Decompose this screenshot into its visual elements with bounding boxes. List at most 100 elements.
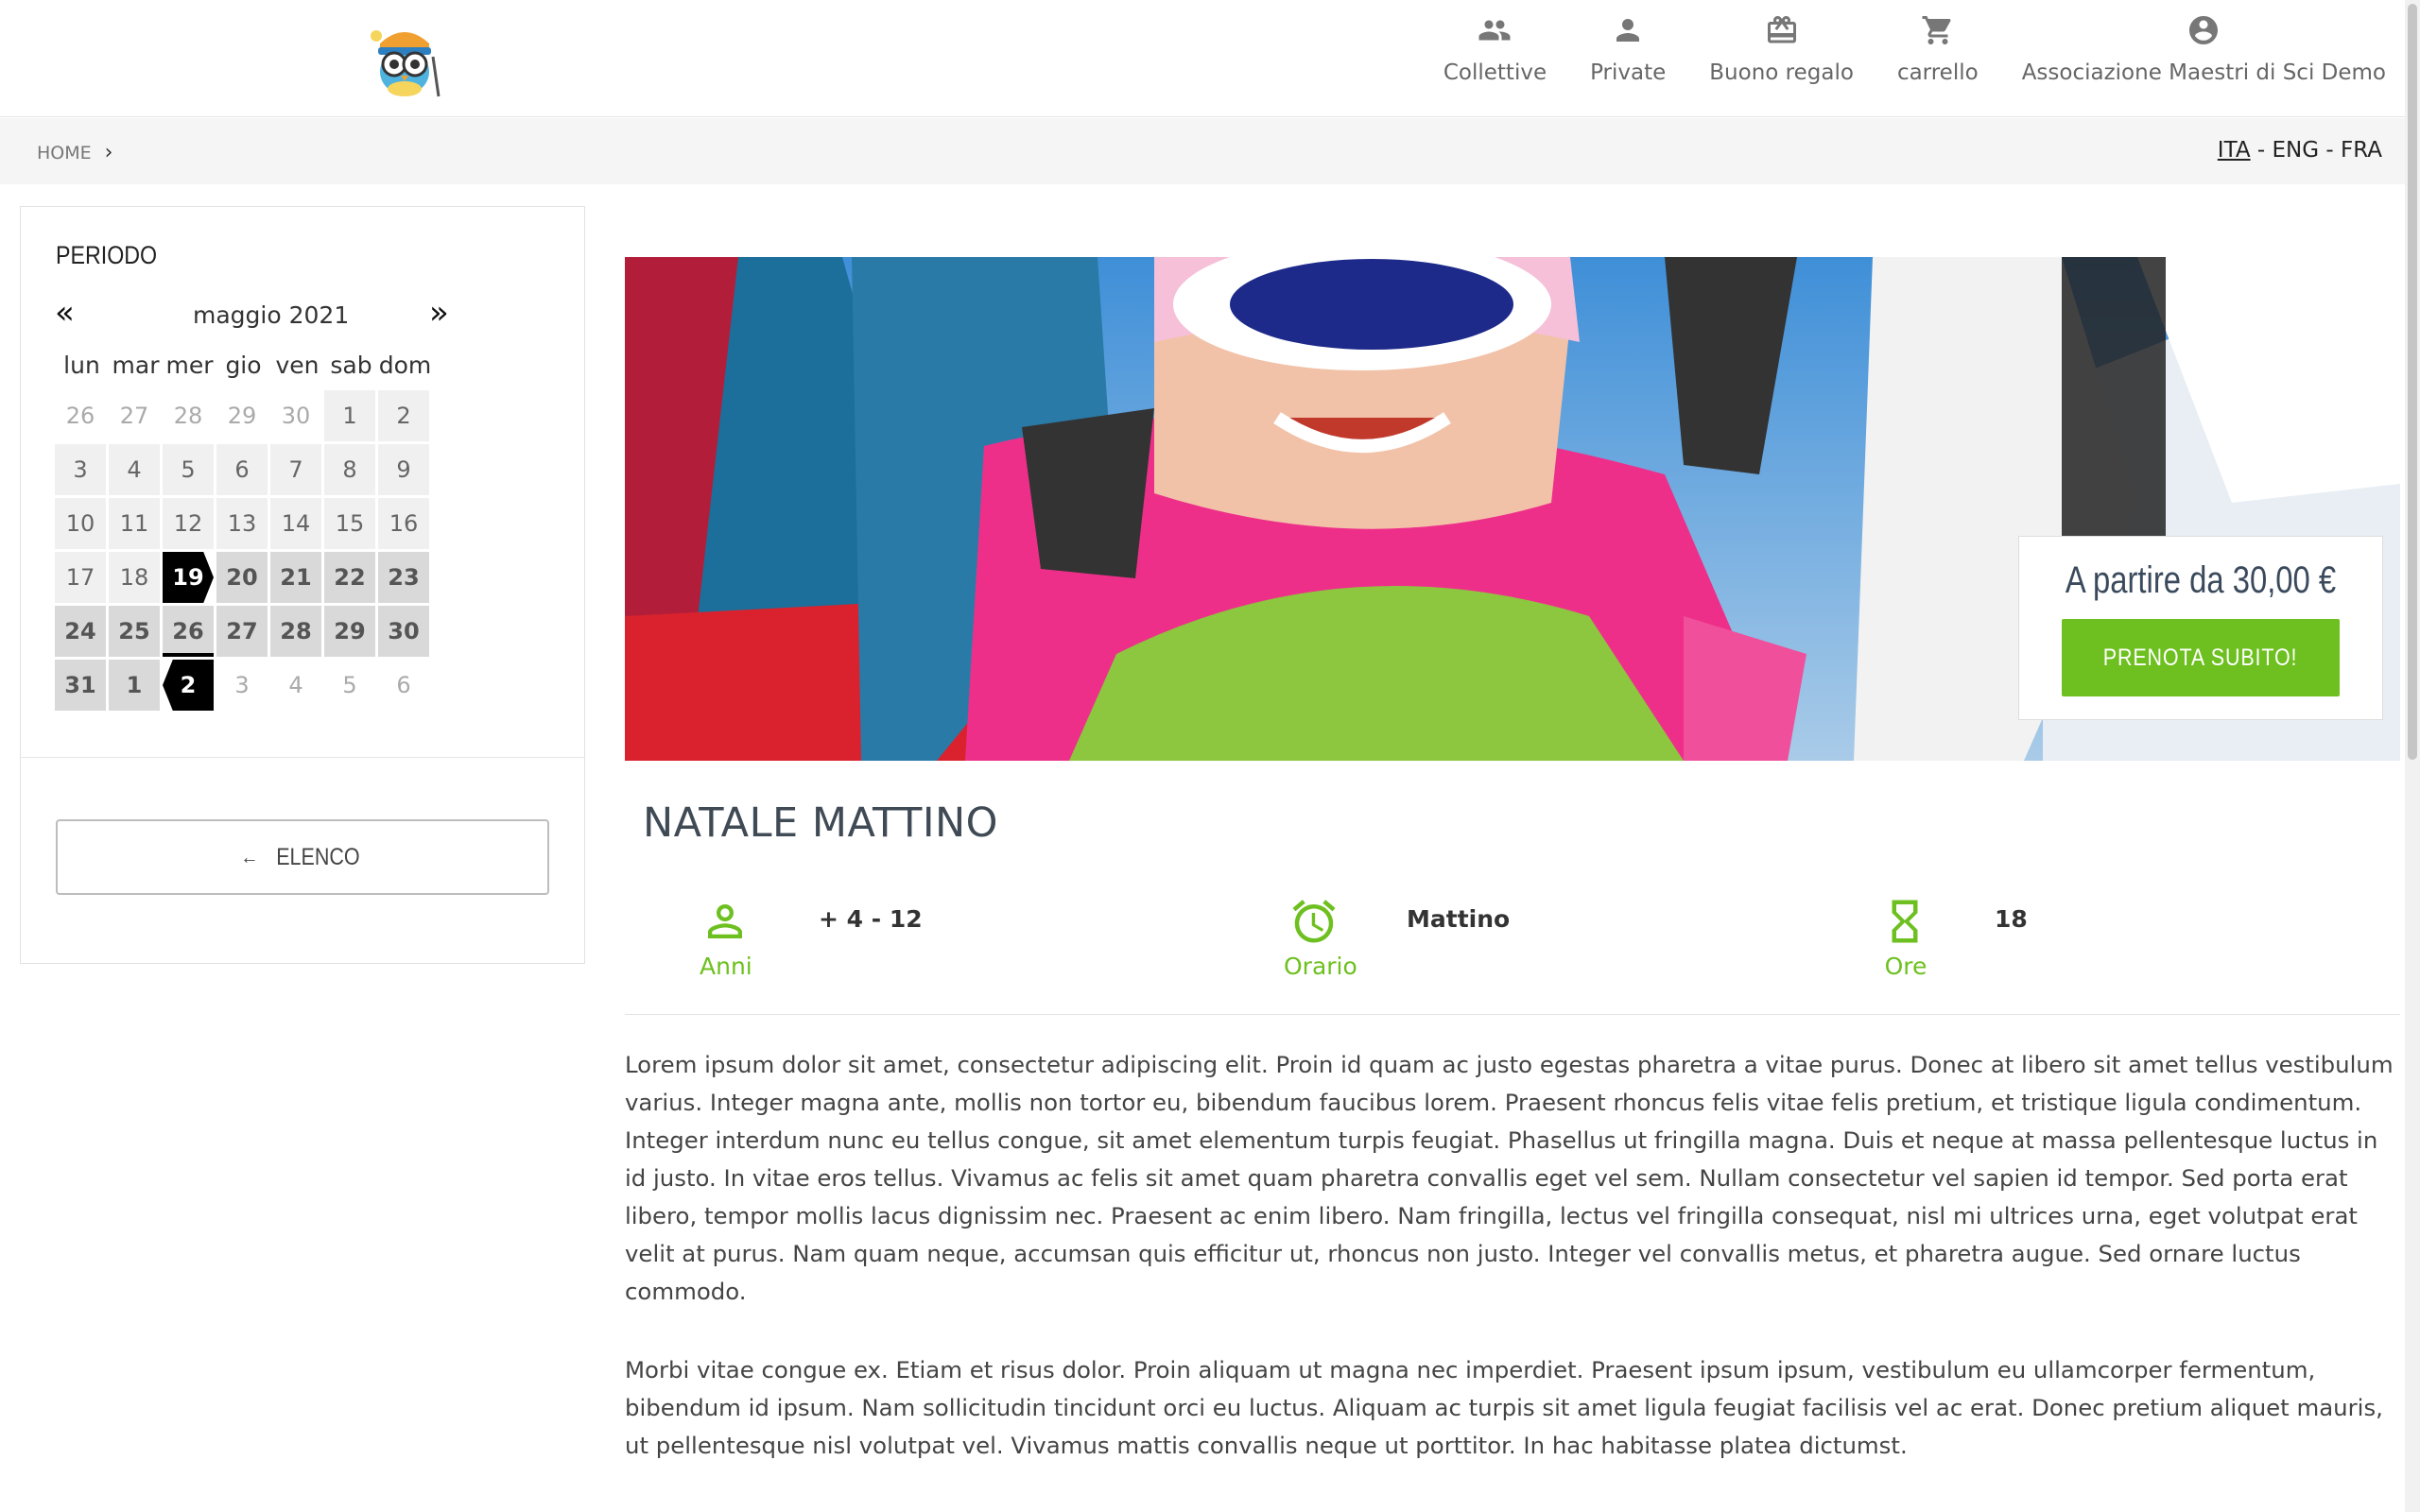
calendar-day: 18 — [109, 552, 160, 603]
section-divider — [625, 1014, 2400, 1015]
info-value-age: + 4 - 12 — [819, 905, 923, 933]
calendar-weekday: mar — [112, 352, 160, 379]
list-button-label: ELENCO — [275, 843, 360, 870]
calendar-day: 11 — [109, 498, 160, 549]
lang-separator: - — [2250, 138, 2273, 163]
nav-label: Collettive — [1443, 60, 1547, 85]
nav-account[interactable]: Associazione Maestri di Sci Demo — [2022, 13, 2386, 85]
logo-mascot-icon[interactable] — [367, 19, 442, 100]
calendar-day: 8 — [324, 444, 375, 495]
account-circle-icon — [2189, 16, 2219, 44]
calendar-day: 5 — [324, 660, 375, 711]
calendar-day[interactable]: 21 — [270, 552, 321, 603]
calendar-day[interactable]: 28 — [270, 606, 321, 657]
calendar-day: 9 — [378, 444, 429, 495]
calendar-next-button[interactable]: » — [429, 294, 449, 332]
course-title: NATALE MATTINO — [643, 799, 999, 847]
calendar-day[interactable]: 27 — [216, 606, 268, 657]
calendar-day: 14 — [270, 498, 321, 549]
nav-label: Buono regalo — [1709, 60, 1854, 85]
calendar-day: 2 — [378, 390, 429, 441]
calendar-day[interactable]: 22 — [324, 552, 375, 603]
calendar-day: 12 — [163, 498, 214, 549]
calendar-day: 29 — [216, 390, 268, 441]
calendar-day: 27 — [109, 390, 160, 441]
calendar-day: 13 — [216, 498, 268, 549]
lang-eng[interactable]: ENG — [2273, 138, 2320, 163]
site-header: Collettive Private Buono regalo carrello… — [0, 0, 2405, 117]
calendar-day: 4 — [109, 444, 160, 495]
calendar-day[interactable]: 20 — [216, 552, 268, 603]
calendar-day[interactable]: 24 — [55, 606, 106, 657]
chevron-right-icon: › — [104, 141, 113, 164]
calendar-day[interactable]: 2 — [163, 660, 214, 711]
nav-label: carrello — [1896, 60, 1979, 85]
page-scrollbar[interactable] — [2405, 0, 2420, 1512]
lang-ita[interactable]: ITA — [2218, 138, 2251, 163]
calendar-day[interactable]: 19 — [163, 552, 214, 603]
nav-collettive[interactable]: Collettive — [1443, 13, 1547, 85]
lang-fra[interactable]: FRA — [2341, 138, 2382, 163]
person-icon — [1616, 19, 1640, 42]
calendar-weekday: gio — [225, 352, 262, 379]
list-button[interactable]: ← ELENCO — [56, 819, 549, 895]
info-label: Ore — [1884, 953, 1927, 980]
calendar-day[interactable]: 30 — [378, 606, 429, 657]
price-box: A partire da 30,00 € PRENOTA SUBITO! — [2018, 536, 2383, 720]
info-label: Orario — [1284, 953, 1357, 980]
calendar-prev-button[interactable]: « — [55, 294, 75, 332]
calendar-day[interactable]: 23 — [378, 552, 429, 603]
calendar-day[interactable]: 26 — [163, 606, 214, 657]
calendar-day[interactable]: 1 — [109, 660, 160, 711]
calendar-day: 17 — [55, 552, 106, 603]
info-label: Anni — [700, 953, 752, 980]
language-switcher: ITA - ENG - FRA — [2218, 138, 2382, 163]
hourglass-icon — [1879, 896, 1930, 947]
nav-private[interactable]: Private — [1590, 13, 1666, 85]
calendar-day: 6 — [378, 660, 429, 711]
arrow-left-icon: ← — [240, 845, 259, 868]
info-schedule: Orario — [1284, 896, 1357, 980]
calendar-day: 28 — [163, 390, 214, 441]
sidebar-divider — [21, 757, 584, 758]
calendar-month: maggio 2021 — [193, 301, 350, 329]
calendar-day[interactable]: 25 — [109, 606, 160, 657]
calendar-day: 10 — [55, 498, 106, 549]
nav-label: Private — [1590, 60, 1667, 85]
period-sidebar: PERIODO « maggio 2021 » lun mar mer gio ven s… — [20, 206, 585, 964]
calendar-day: 16 — [378, 498, 429, 549]
course-description-paragraph: Lorem ipsum dolor sit amet, consectetur … — [625, 1051, 2394, 1305]
breadcrumb-home-link[interactable]: HOME — [37, 143, 92, 163]
calendar-nav: « maggio 2021 » — [55, 294, 452, 337]
calendar-day: 15 — [324, 498, 375, 549]
book-now-button[interactable]: PRENOTA SUBITO! — [2062, 619, 2340, 696]
sidebar-title: PERIODO — [56, 241, 158, 269]
course-description-paragraph: Morbi vitae congue ex. Etiam et risus do… — [625, 1356, 2383, 1459]
calendar-day: 30 — [270, 390, 321, 441]
calendar-day: 6 — [216, 444, 268, 495]
calendar-weekday: mer — [165, 352, 214, 379]
nav-buono-regalo[interactable]: Buono regalo — [1709, 13, 1854, 85]
calendar-day[interactable]: 31 — [55, 660, 106, 711]
calendar-weekday: dom — [378, 352, 432, 379]
gift-card-icon — [1767, 16, 1796, 43]
alarm-icon — [1288, 896, 1340, 947]
nav-label: Associazione Maestri di Sci Demo — [2021, 60, 2386, 85]
main-nav: Collettive Private Buono regalo carrello… — [1443, 13, 2386, 85]
calendar-day: 3 — [55, 444, 106, 495]
calendar-day: 3 — [216, 660, 268, 711]
nav-carrello[interactable]: carrello — [1897, 13, 1979, 85]
group-icon — [1478, 20, 1511, 41]
info-age: Anni — [700, 896, 752, 980]
calendar-day: 7 — [270, 444, 321, 495]
info-value-hours: 18 — [1995, 905, 2028, 933]
breadcrumb: HOME › — [37, 141, 112, 164]
book-now-label: PRENOTA SUBITO! — [2103, 644, 2298, 671]
lang-separator: - — [2319, 138, 2341, 163]
calendar-day: 4 — [270, 660, 321, 711]
price-text: A partire da 30,00 € — [2065, 559, 2337, 601]
scrollbar-thumb[interactable] — [2408, 4, 2417, 760]
calendar-day[interactable]: 29 — [324, 606, 375, 657]
info-hours: Ore — [1881, 896, 1930, 980]
calendar-day: 5 — [163, 444, 214, 495]
